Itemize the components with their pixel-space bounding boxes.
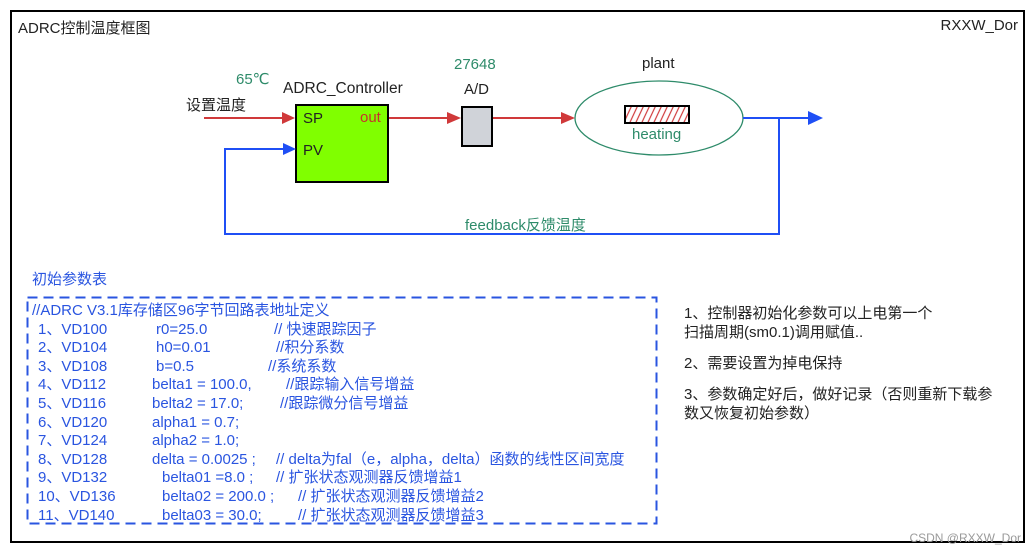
param-expr: belta02 = 200.0 ; xyxy=(162,487,275,505)
param-table-header: //ADRC V3.1库存储区96字节回路表地址定义 xyxy=(32,302,330,319)
setpoint-label: 设置温度 xyxy=(186,97,247,114)
param-index: 5、VD116 xyxy=(38,394,107,412)
param-expr: alpha1 = 0.7; xyxy=(152,413,240,431)
param-index: 11、VD140 xyxy=(38,506,115,524)
heater-element-icon xyxy=(624,105,690,124)
watermark: CSDN @RXXW_Dor xyxy=(909,531,1021,545)
param-comment: // 扩张状态观测器反馈增益1 xyxy=(276,469,462,487)
param-index: 3、VD108 xyxy=(38,357,108,375)
param-expr: b=0.5 xyxy=(156,357,194,375)
plant-output-arrow xyxy=(743,111,823,125)
ad-to-plant-arrow xyxy=(493,112,575,124)
param-expr: r0=25.0 xyxy=(156,320,208,338)
controller-out-port: out xyxy=(360,109,381,126)
param-expr: belta01 =8.0 ; xyxy=(162,469,254,487)
controller-sp-port: SP xyxy=(303,110,324,127)
param-comment: //跟踪输入信号增益 xyxy=(286,376,415,394)
param-expr: belta2 = 17.0; xyxy=(152,394,244,412)
param-comment: // delta为fal（e，alpha，delta）函数的线性区间宽度 xyxy=(276,450,625,468)
param-index: 9、VD132 xyxy=(38,469,108,487)
notes-panel: 1、控制器初始化参数可以上电第一个扫描周期(sm0.1)调用赋值.. 2、需要设… xyxy=(684,304,1014,435)
feedback-label: feedback反馈温度 xyxy=(465,217,586,234)
plant-heating-label: heating xyxy=(632,126,682,143)
note-item: 2、需要设置为掉电保持 xyxy=(684,355,843,372)
param-comment: //积分系数 xyxy=(276,339,345,357)
ad-value: 27648 xyxy=(454,56,496,73)
controller-to-ad-arrow xyxy=(389,112,461,124)
param-index: 10、VD136 xyxy=(38,487,116,505)
block-diagram xyxy=(26,80,823,525)
param-comment: // 快速跟踪因子 xyxy=(274,320,377,338)
param-comment: // 扩张状态观测器反馈增益3 xyxy=(298,506,484,524)
param-comment: // 扩张状态观测器反馈增益2 xyxy=(298,487,484,505)
param-comment: //跟踪微分信号增益 xyxy=(280,394,409,412)
ad-converter-block[interactable] xyxy=(461,106,493,147)
param-index: 6、VD120 xyxy=(38,413,108,431)
param-index: 8、VD128 xyxy=(38,450,108,468)
param-index: 1、VD100 xyxy=(38,320,108,338)
param-expr: delta = 0.0025 ; xyxy=(152,450,256,468)
controller-pv-port: PV xyxy=(303,142,324,159)
plant-label: plant xyxy=(642,55,675,72)
param-comment: //系统系数 xyxy=(268,357,337,375)
param-expr: belta03 = 30.0; xyxy=(162,506,262,524)
setpoint-value: 65℃ xyxy=(236,71,270,88)
note-item: 3、参数确定好后，做好记录（否则重新下载参数又恢复初始参数） xyxy=(684,386,993,422)
param-index: 7、VD124 xyxy=(38,432,108,450)
param-expr: alpha2 = 1.0; xyxy=(152,432,240,450)
param-index: 4、VD112 xyxy=(38,376,107,394)
param-expr: belta1 = 100.0, xyxy=(152,376,252,394)
controller-name: ADRC_Controller xyxy=(283,80,403,97)
param-index: 2、VD104 xyxy=(38,339,108,357)
param-table-title: 初始参数表 xyxy=(32,271,108,288)
ad-label: A/D xyxy=(464,81,490,98)
note-item: 1、控制器初始化参数可以上电第一个扫描周期(sm0.1)调用赋值.. xyxy=(684,305,933,341)
param-expr: h0=0.01 xyxy=(156,339,211,357)
